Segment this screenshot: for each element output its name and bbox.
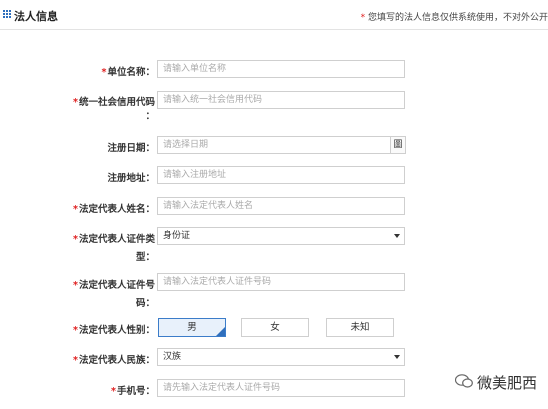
id-number-label-line2: 码： <box>135 298 155 309</box>
checkmark-corner-icon <box>216 327 225 336</box>
gender-option-male-label: 男 <box>187 322 197 333</box>
legal-name-input[interactable] <box>157 197 405 215</box>
id-type-label: *法定代表人证件类 <box>73 234 155 245</box>
reg-address-label: 注册地址： <box>107 173 155 184</box>
gender-option-unknown[interactable]: 未知 <box>326 318 394 337</box>
chevron-down-icon <box>394 355 400 359</box>
gender-label: *法定代表人性别： <box>73 325 155 336</box>
unit-name-input[interactable] <box>157 60 405 78</box>
id-type-value: 身份证 <box>163 231 191 241</box>
ethnicity-label: *法定代表人民族： <box>73 355 155 366</box>
credit-code-label-colon: ： <box>145 111 155 122</box>
id-number-input[interactable] <box>157 273 405 291</box>
phone-input[interactable] <box>157 379 405 397</box>
calendar-icon[interactable]: 圖 <box>391 136 406 154</box>
id-type-label-line2: 型： <box>135 252 155 263</box>
section-header: 法人信息 * 您填写的法人信息仅供系统使用，不对外公开 <box>0 0 548 30</box>
grid-icon <box>3 10 11 18</box>
reg-date-input[interactable] <box>157 136 391 154</box>
legal-name-label: *法定代表人姓名： <box>73 204 155 215</box>
chevron-down-icon <box>394 234 400 238</box>
section-title: 法人信息 <box>14 10 58 23</box>
privacy-note: * 您填写的法人信息仅供系统使用，不对外公开 <box>360 13 548 23</box>
ethnicity-select[interactable]: 汉族 <box>157 348 405 366</box>
credit-code-input[interactable] <box>157 91 405 109</box>
watermark-text: 微美肥西 <box>477 374 538 392</box>
reg-address-input[interactable] <box>157 166 405 184</box>
gender-option-unknown-label: 未知 <box>350 322 370 333</box>
gender-option-female-label: 女 <box>270 322 280 333</box>
wechat-icon <box>455 374 473 388</box>
phone-label: *手机号： <box>111 386 155 397</box>
gender-option-male[interactable]: 男 <box>158 318 226 337</box>
ethnicity-value: 汉族 <box>163 352 182 362</box>
credit-code-label: *统一社会信用代码 <box>73 97 155 108</box>
reg-date-label: 注册日期： <box>107 143 155 154</box>
unit-name-label: *单位名称： <box>101 67 155 78</box>
gender-option-female[interactable]: 女 <box>241 318 309 337</box>
id-type-select[interactable]: 身份证 <box>157 227 405 245</box>
id-number-label: *法定代表人证件号 <box>73 280 155 291</box>
